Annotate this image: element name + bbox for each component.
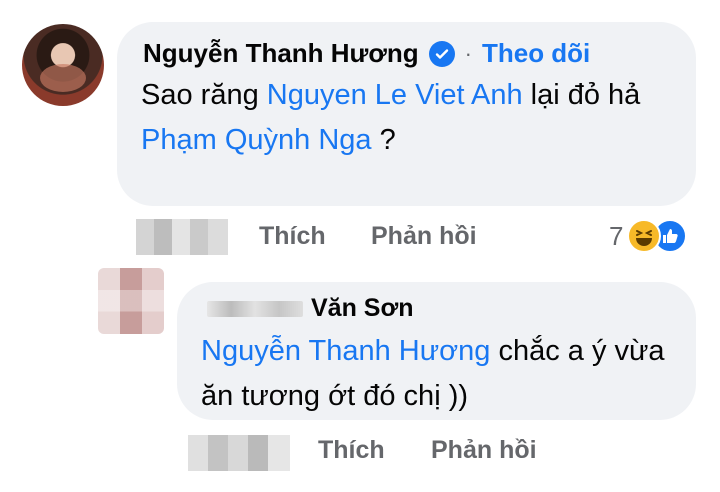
like-button[interactable]: Thích [318,436,385,465]
verified-badge-icon [428,40,455,67]
follow-button[interactable]: Theo dõi [482,38,590,69]
comment-avatar[interactable] [22,24,104,106]
reply-button[interactable]: Phản hồi [371,222,477,251]
blurred-name [207,301,303,318]
reply-text: Nguyễn Thanh Hương chắc a ý vừa ăn tương… [201,329,671,419]
comment-text-prefix: Sao răng [141,79,267,111]
mention-link[interactable]: Phạm Quỳnh Nga [141,124,372,156]
comment-text: Sao răng Nguyen Le Viet Anh lại đỏ hả Phạ… [141,73,661,163]
comment-text-middle: lại đỏ hả [522,79,641,111]
reply-bubble: Văn Sơn Nguyễn Thanh Hương chắc a ý vừa … [177,282,696,420]
comment-author[interactable]: Nguyễn Thanh Hương [143,38,419,69]
pixelated-redaction [136,219,228,255]
like-button[interactable]: Thích [259,222,326,251]
mention-link[interactable]: Nguyen Le Viet Anh [267,79,523,111]
comment-text-suffix: ? [371,124,396,156]
pixelated-redaction [188,435,290,471]
reaction-summary[interactable]: 7 [609,219,688,253]
reply-avatar[interactable] [98,268,164,334]
reply-author-visible: Văn Sơn [311,294,414,322]
reply-button[interactable]: Phản hồi [431,436,537,465]
comment-bubble: Nguyễn Thanh Hương · Theo dõi Sao răng N… [117,22,696,206]
haha-icon [627,219,662,253]
reaction-count: 7 [609,220,624,251]
separator-dot: · [464,40,472,66]
reply-author[interactable]: Văn Sơn [207,294,414,323]
mention-link[interactable]: Nguyễn Thanh Hương [201,335,490,367]
